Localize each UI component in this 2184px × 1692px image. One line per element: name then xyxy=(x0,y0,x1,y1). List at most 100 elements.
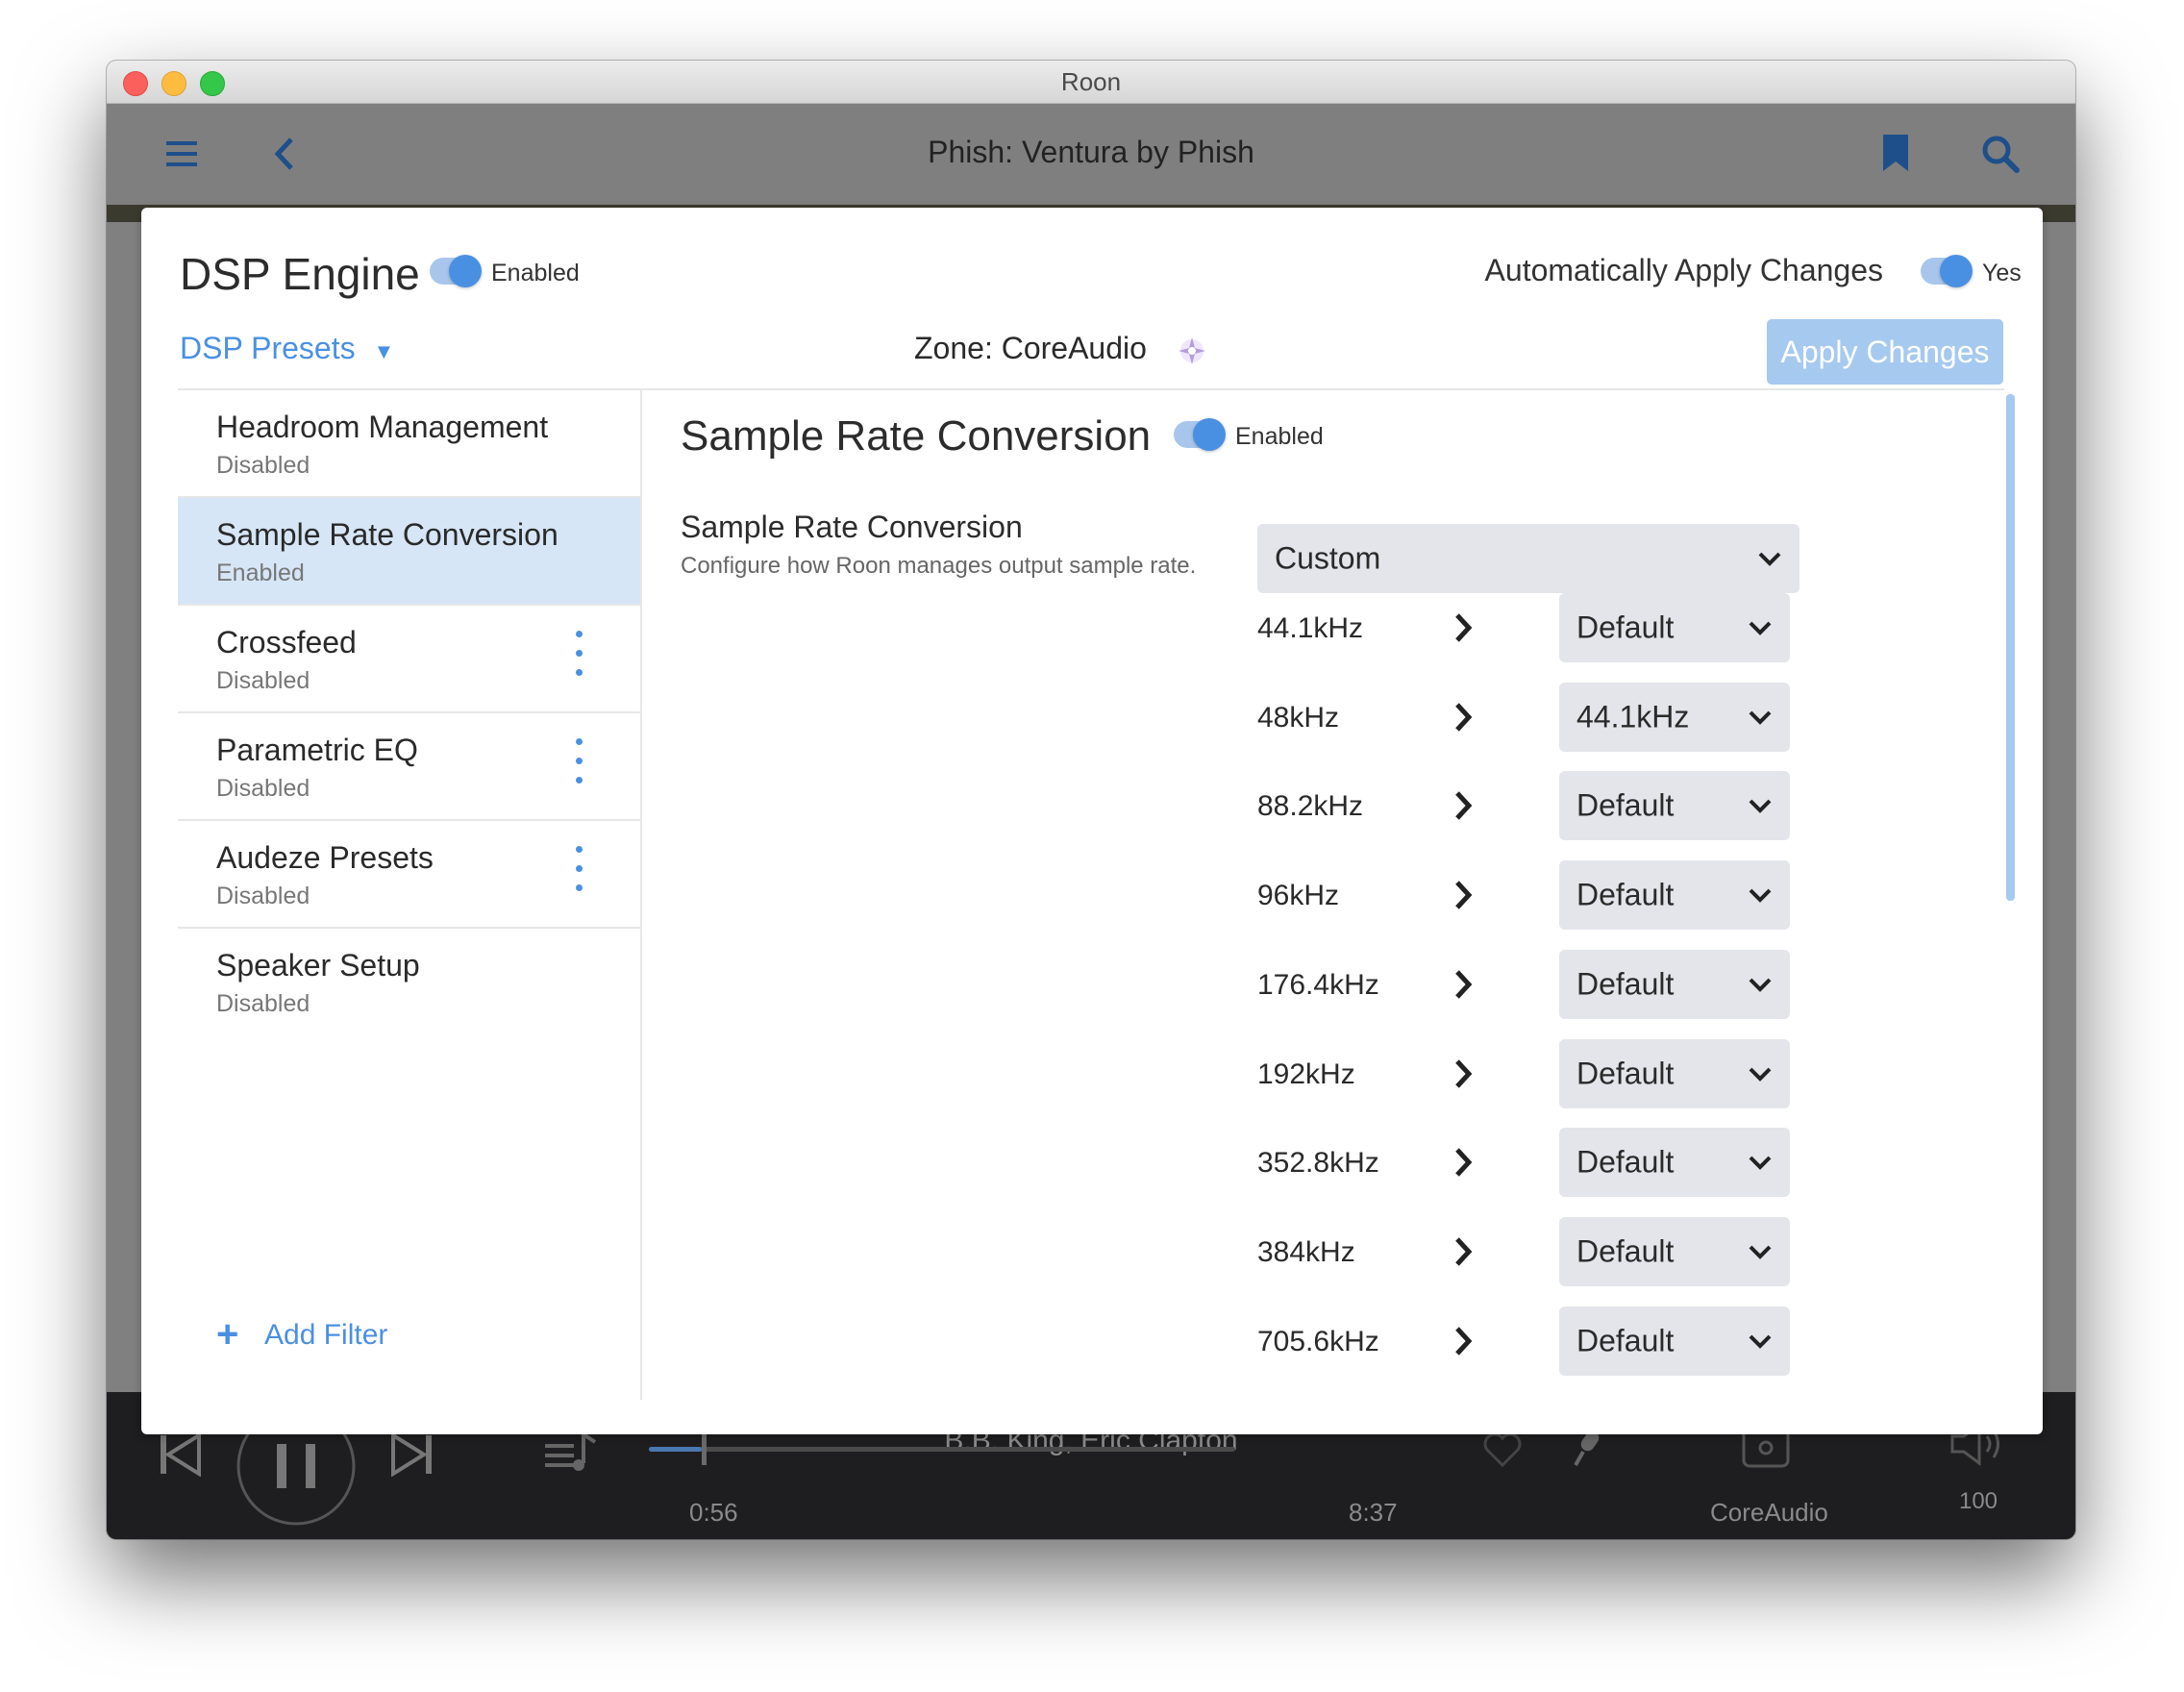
dsp-engine-dialog: DSP Engine Enabled Automatically Apply C… xyxy=(141,208,2043,1434)
filter-item-parametric-eq[interactable]: Parametric EQ Disabled xyxy=(178,713,640,821)
chevron-down-icon xyxy=(1749,1067,1772,1082)
total-time: 8:37 xyxy=(1349,1498,1398,1527)
input-rate-label: 48kHz xyxy=(1257,702,1340,734)
input-rate-label: 192kHz xyxy=(1257,1058,1355,1090)
chevron-down-icon xyxy=(1749,978,1772,992)
filter-item-audeze-presets[interactable]: Audeze Presets Disabled xyxy=(178,821,640,929)
chevron-down-icon xyxy=(1749,710,1772,725)
chevron-down-icon xyxy=(1749,1245,1772,1259)
filter-status: Enabled xyxy=(216,560,305,586)
chevron-down-icon xyxy=(1749,1334,1772,1349)
chevron-down-icon xyxy=(1749,1156,1772,1170)
filter-item-crossfeed[interactable]: Crossfeed Disabled xyxy=(178,606,640,713)
chevron-right-icon xyxy=(1453,702,1473,737)
scrollbar[interactable] xyxy=(2006,394,2015,901)
input-rate-label: 176.4kHz xyxy=(1257,969,1379,1001)
chevron-right-icon xyxy=(1453,1236,1473,1272)
select-value: Default xyxy=(1576,1323,1675,1358)
filter-status: Disabled xyxy=(216,775,310,802)
select-value: Default xyxy=(1576,1056,1675,1091)
input-rate-label: 88.2kHz xyxy=(1257,790,1364,822)
chevron-right-icon xyxy=(1453,880,1473,915)
heart-icon[interactable] xyxy=(1483,1432,1522,1467)
elapsed-time: 0:56 xyxy=(689,1498,738,1527)
auto-apply-label: Automatically Apply Changes xyxy=(1484,253,1883,287)
output-rate-select[interactable]: Default xyxy=(1559,593,1790,662)
chevron-right-icon xyxy=(1453,1326,1473,1361)
filter-status: Disabled xyxy=(216,990,310,1017)
filter-name: Headroom Management xyxy=(216,410,549,444)
microphone-icon[interactable] xyxy=(1572,1429,1602,1467)
app-header: Phish: Ventura by Phish xyxy=(107,104,2075,205)
search-icon[interactable] xyxy=(1981,135,2020,173)
output-rate-select[interactable]: Default xyxy=(1559,1128,1790,1197)
filter-name: Crossfeed xyxy=(216,625,357,659)
bookmark-icon[interactable] xyxy=(1883,135,1908,171)
input-rate-label: 352.8kHz xyxy=(1257,1147,1379,1179)
input-rate-label: 705.6kHz xyxy=(1257,1326,1379,1357)
select-value: Default xyxy=(1576,966,1675,1002)
chevron-down-icon xyxy=(1749,888,1772,903)
chevron-right-icon xyxy=(1453,790,1473,826)
auto-apply-value: Yes xyxy=(1982,260,2022,286)
output-rate-select[interactable]: Default xyxy=(1559,771,1790,840)
auto-apply-toggle[interactable] xyxy=(1921,255,1973,287)
select-value: Default xyxy=(1576,787,1675,823)
filter-name: Speaker Setup xyxy=(216,948,420,983)
output-rate-select[interactable]: Default xyxy=(1559,1217,1790,1286)
title-bar: Roon xyxy=(107,61,2075,104)
filter-name: Sample Rate Conversion xyxy=(216,517,558,552)
more-options-icon[interactable] xyxy=(574,846,583,894)
chevron-right-icon xyxy=(1453,969,1473,1005)
add-filter-label: Add Filter xyxy=(264,1319,388,1351)
now-viewing-title: Phish: Ventura by Phish xyxy=(928,135,1254,169)
select-value: Default xyxy=(1576,610,1675,645)
signal-path-icon[interactable] xyxy=(1175,334,1209,368)
filter-status: Disabled xyxy=(216,452,310,479)
progress-bar[interactable] xyxy=(649,1433,1235,1465)
select-value: Default xyxy=(1576,877,1675,912)
output-rate-select[interactable]: Default xyxy=(1559,950,1790,1019)
dsp-presets-dropdown[interactable]: DSP Presets ▼ xyxy=(180,331,394,366)
select-value: 44.1kHz xyxy=(1576,699,1690,734)
zone-title: Zone: CoreAudio xyxy=(914,331,1209,368)
output-rate-select[interactable]: 44.1kHz xyxy=(1559,683,1790,752)
filter-name: Audeze Presets xyxy=(216,840,434,875)
filter-item-headroom-management[interactable]: Headroom Management Disabled xyxy=(178,390,640,498)
chevron-right-icon xyxy=(1453,1058,1473,1094)
output-rate-select[interactable]: Default xyxy=(1559,1306,1790,1376)
zone-name[interactable]: CoreAudio xyxy=(1710,1498,1828,1528)
filter-name: Parametric EQ xyxy=(216,733,418,767)
filter-item-sample-rate-conversion[interactable]: Sample Rate Conversion Enabled xyxy=(178,498,640,606)
progress-fill xyxy=(649,1447,702,1452)
filter-status: Disabled xyxy=(216,883,310,909)
window-title: Roon xyxy=(1060,67,1122,96)
chevron-down-icon xyxy=(1749,621,1772,635)
input-rate-label: 96kHz xyxy=(1257,880,1340,911)
output-rate-select[interactable]: Default xyxy=(1559,1039,1790,1108)
more-options-icon[interactable] xyxy=(574,738,583,786)
rate-list: 44.1kHz Default 48kHz 44.1kHz 88.2kHz Default… xyxy=(642,390,2007,1400)
select-value: Default xyxy=(1576,1233,1675,1269)
volume-level: 100 xyxy=(1958,1488,1998,1514)
plus-icon: + xyxy=(216,1313,239,1356)
dsp-engine-status: Enabled xyxy=(491,260,580,286)
more-options-icon[interactable] xyxy=(574,631,583,679)
input-rate-label: 44.1kHz xyxy=(1257,612,1364,644)
select-value: Default xyxy=(1576,1144,1675,1180)
zone-label: Zone: CoreAudio xyxy=(914,331,1147,365)
input-rate-label: 384kHz xyxy=(1257,1236,1355,1268)
chevron-down-icon xyxy=(1749,799,1772,813)
filter-status: Disabled xyxy=(216,667,310,694)
apply-changes-button[interactable]: Apply Changes xyxy=(1767,319,2003,385)
caret-down-icon: ▼ xyxy=(373,339,395,363)
chevron-right-icon xyxy=(1453,1147,1473,1182)
filter-list: Headroom Management Disabled Sample Rate… xyxy=(178,390,642,1400)
dsp-engine-toggle[interactable] xyxy=(430,255,482,287)
progress-handle[interactable] xyxy=(701,1433,707,1465)
output-rate-select[interactable]: Default xyxy=(1559,860,1790,930)
filter-item-speaker-setup[interactable]: Speaker Setup Disabled xyxy=(178,929,640,1034)
chevron-right-icon xyxy=(1453,612,1473,648)
dialog-title: DSP Engine xyxy=(180,249,420,299)
dsp-presets-label: DSP Presets xyxy=(180,331,356,365)
